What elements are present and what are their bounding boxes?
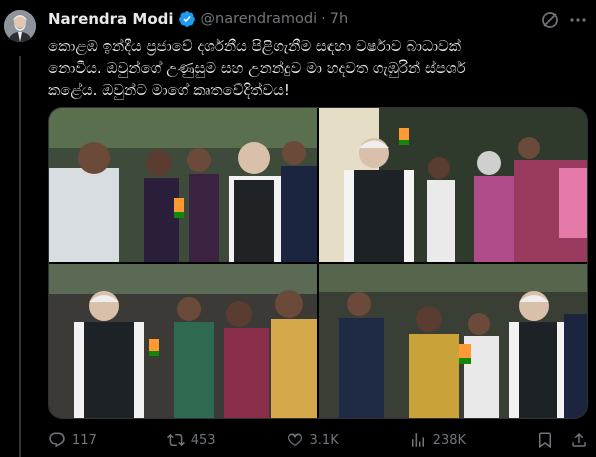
reply-icon <box>49 432 65 448</box>
like-icon <box>287 433 302 446</box>
bookmark-button[interactable] <box>536 431 554 449</box>
tweet-text: කොළඹ ඉන්දීය ප්‍රජාවේ දර්ශනීය පිළිගැනීම ස… <box>48 35 568 101</box>
avatar[interactable] <box>4 10 36 42</box>
bookmark-icon <box>538 432 551 449</box>
tweet-text-line: නොවීය. ඔවුන්ගේ උණුසුම සහ උනන්දුව මා හදවත… <box>48 59 466 77</box>
tweet-text-line: කළේය. ඔවුන්ට මාගේ කෘතවේදිත්වය! <box>48 81 290 99</box>
grok-icon[interactable] <box>540 10 560 30</box>
tweet-text-line: කොළඹ ඉන්දීය ප්‍රජාවේ දර්ශනීය පිළිගැනීම ස… <box>48 37 461 55</box>
author-handle[interactable]: @narendramodi <box>201 11 318 27</box>
media-grid <box>48 107 588 419</box>
secondary-actions <box>536 431 588 449</box>
author-name[interactable]: Narendra Modi <box>48 10 174 28</box>
photo-1[interactable] <box>49 108 317 262</box>
share-button[interactable] <box>570 431 588 449</box>
views-icon <box>411 433 424 447</box>
separator-dot: · <box>321 11 326 27</box>
reply-count: 117 <box>72 432 97 448</box>
views-count: 238K <box>432 432 467 448</box>
photo-4[interactable] <box>319 264 587 418</box>
like-button[interactable]: 3.1K <box>286 431 339 449</box>
action-bar: 117 453 3.1K 238K <box>48 428 588 452</box>
verified-badge-icon <box>178 10 196 28</box>
share-icon <box>572 432 586 447</box>
photo-3[interactable] <box>49 264 317 418</box>
repost-button[interactable]: 453 <box>166 431 216 449</box>
photo-2[interactable] <box>319 108 587 262</box>
post-time[interactable]: 7h <box>330 11 348 27</box>
repost-icon <box>166 433 185 447</box>
like-count: 3.1K <box>309 432 339 448</box>
tweet-header: Narendra Modi @narendramodi · 7h <box>48 8 588 30</box>
more-options-icon[interactable] <box>568 10 588 30</box>
repost-count: 453 <box>190 432 216 448</box>
thread-line <box>19 56 21 457</box>
reply-button[interactable]: 117 <box>48 431 97 449</box>
views-button[interactable]: 238K <box>409 431 466 449</box>
